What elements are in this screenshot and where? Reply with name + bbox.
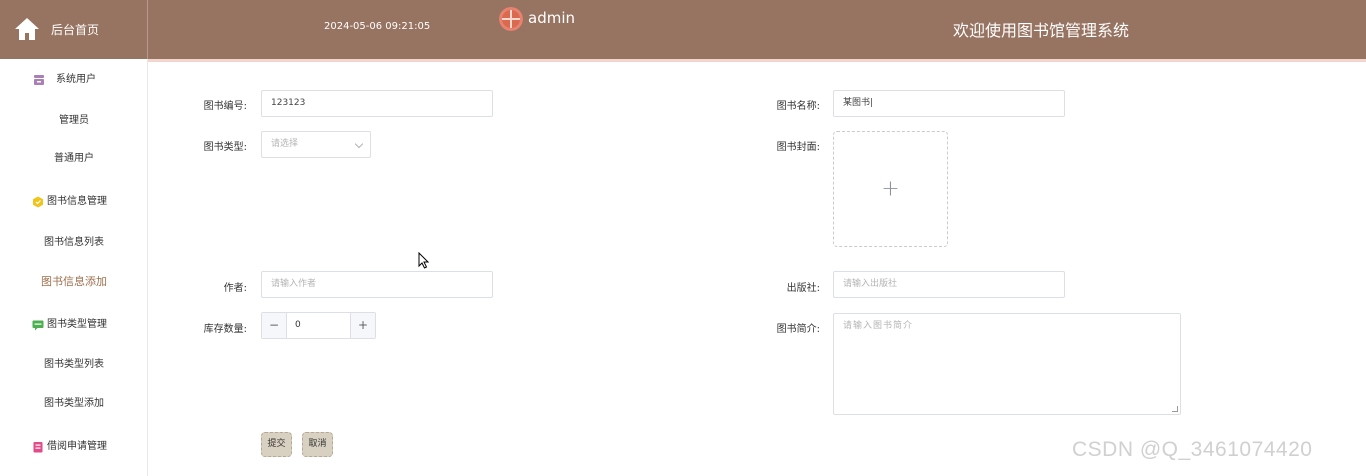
app-title: 欢迎使用图书馆管理系统 [953, 21, 1130, 40]
sidebar: 系统用户 管理员 普通用户 图书信息管理 图书信息列表 图书信息添加 图书类型管… [0, 59, 148, 476]
home-label: 后台首页 [51, 23, 100, 37]
sidebar-group-borrow[interactable]: 借阅申请管理 [32, 439, 107, 455]
sidebar-group-book-info[interactable]: 图书信息管理 [32, 194, 107, 210]
sidebar-item-book-add[interactable]: 图书信息添加 [0, 272, 148, 292]
submit-button[interactable]: 提交 [261, 432, 292, 457]
current-datetime: 2024-05-06 09:21:05 [324, 21, 431, 32]
cancel-button[interactable]: 取消 [302, 432, 333, 457]
book-type-icon [32, 320, 44, 331]
book-type-select[interactable]: 请选择 [261, 131, 371, 158]
stock-label: 库存数量: [203, 324, 247, 335]
intro-label: 图书简介: [776, 324, 820, 335]
book-info-icon [33, 196, 43, 208]
resize-handle-icon[interactable] [1172, 406, 1178, 412]
username[interactable]: admin [528, 9, 575, 27]
author-label: 作者: [223, 283, 247, 294]
sidebar-group-label: 图书类型管理 [47, 319, 107, 330]
home-icon [15, 18, 39, 40]
watermark: CSDN @Q_3461074420 [1072, 438, 1313, 461]
user-group-icon [34, 75, 44, 85]
stock-stepper[interactable]: − 0 + [261, 312, 376, 339]
book-name-label: 图书名称: [776, 101, 820, 112]
chevron-down-icon [354, 139, 364, 149]
borrow-icon [33, 442, 43, 453]
book-no-input[interactable]: 123123 [261, 90, 493, 117]
book-type-label: 图书类型: [203, 142, 247, 153]
header-divider [148, 59, 1366, 62]
intro-placeholder: 请输入图书简介 [843, 321, 914, 331]
publisher-input[interactable]: 请输入出版社 [833, 271, 1065, 298]
sidebar-group-label: 图书信息管理 [47, 196, 107, 207]
cover-label: 图书封面: [776, 142, 820, 153]
sidebar-item-type-add[interactable]: 图书类型添加 [0, 394, 148, 414]
decrease-button[interactable]: − [262, 313, 287, 338]
mouse-cursor-icon [418, 252, 429, 269]
stock-value[interactable]: 0 [295, 313, 301, 338]
top-header: 后台首页 2024-05-06 09:21:05 admin 欢迎使用图书馆管理… [0, 0, 1366, 59]
sidebar-group-system-users[interactable]: 系统用户 [33, 72, 96, 88]
book-no-label: 图书编号: [203, 101, 247, 112]
intro-textarea[interactable]: 请输入图书简介 [833, 313, 1181, 415]
avatar[interactable] [499, 7, 523, 31]
sidebar-group-label: 系统用户 [56, 74, 96, 85]
author-input[interactable]: 请输入作者 [261, 271, 493, 298]
cover-uploader[interactable]: + [833, 131, 948, 247]
sidebar-item-normal-user[interactable]: 普通用户 [0, 149, 148, 169]
sidebar-item-book-list[interactable]: 图书信息列表 [0, 233, 148, 253]
book-name-input[interactable]: 某图书| [833, 90, 1065, 117]
publisher-label: 出版社: [786, 283, 820, 294]
plus-icon: + [881, 176, 900, 202]
book-type-placeholder: 请选择 [271, 139, 299, 149]
sidebar-group-label: 借阅申请管理 [47, 441, 107, 452]
sidebar-item-admin[interactable]: 管理员 [0, 111, 148, 131]
sidebar-item-type-list[interactable]: 图书类型列表 [0, 355, 148, 375]
increase-button[interactable]: + [350, 313, 375, 338]
home-link[interactable]: 后台首页 [0, 0, 148, 59]
sidebar-group-book-type[interactable]: 图书类型管理 [32, 317, 107, 333]
